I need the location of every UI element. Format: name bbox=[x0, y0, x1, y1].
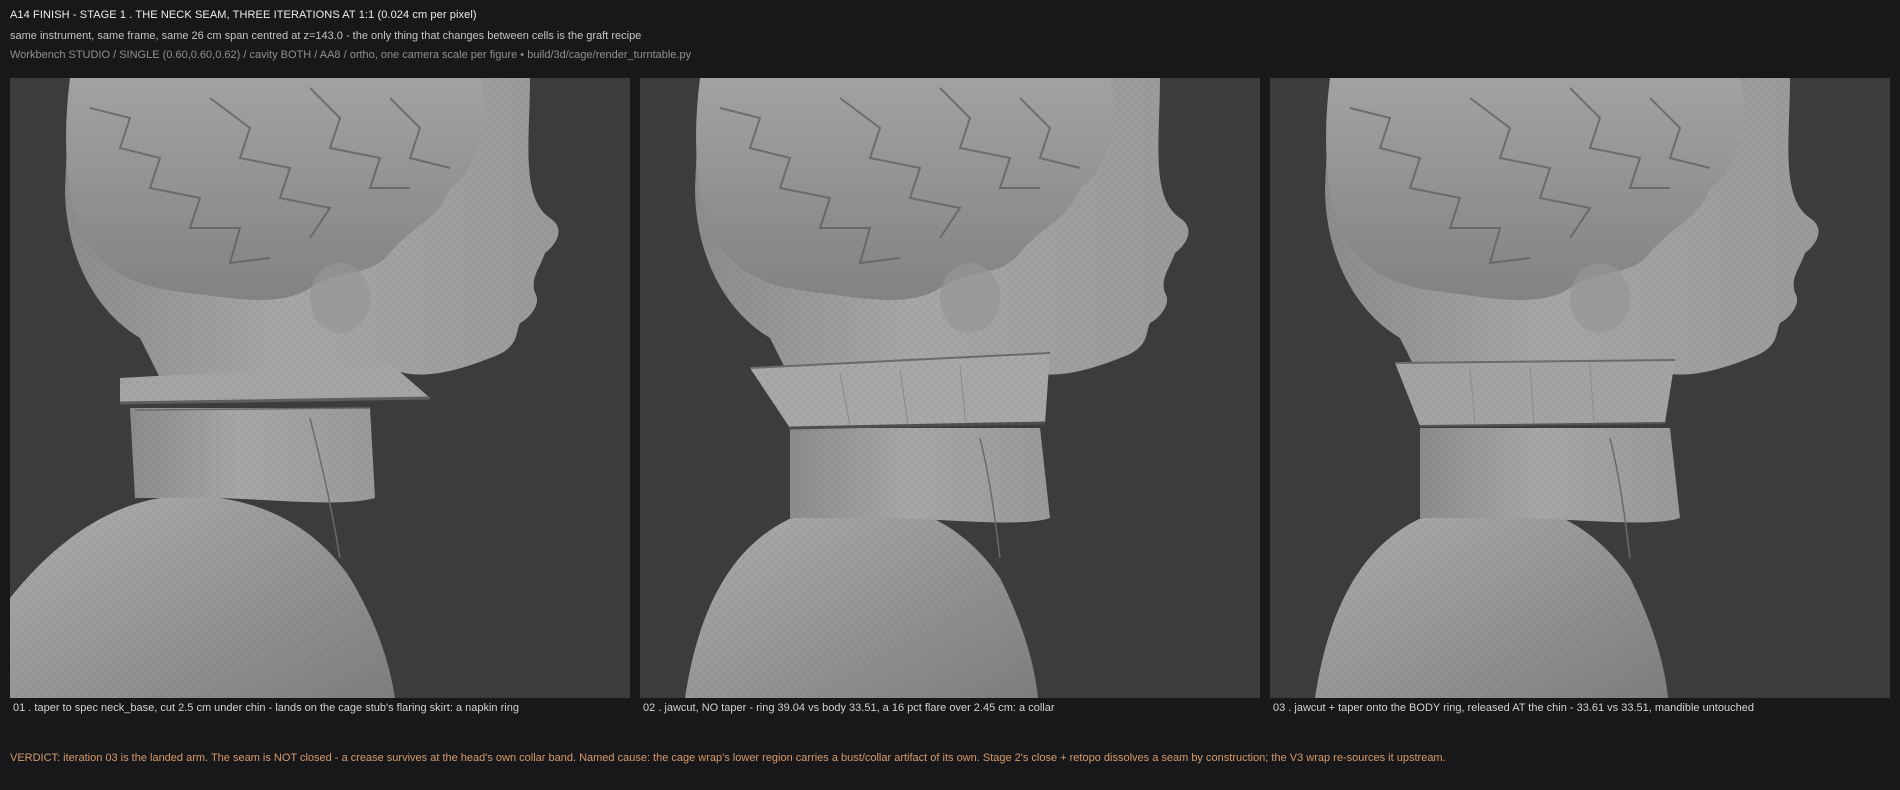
panel-caption-03: 03 . jawcut + taper onto the BODY ring, … bbox=[1273, 702, 1754, 714]
render-panel-03 bbox=[1270, 78, 1890, 698]
sculpt-render-02 bbox=[640, 78, 1260, 698]
render-panel-01 bbox=[10, 78, 630, 698]
page-subtitle: same instrument, same frame, same 26 cm … bbox=[10, 30, 642, 42]
render-settings-line: Workbench STUDIO / SINGLE (0.60,0.60,0.6… bbox=[10, 49, 692, 61]
sculpt-render-01 bbox=[10, 78, 630, 698]
render-sheet: A14 FINISH - STAGE 1 . THE NECK SEAM, TH… bbox=[0, 0, 1900, 790]
panel-caption-01: 01 . taper to spec neck_base, cut 2.5 cm… bbox=[13, 702, 519, 714]
render-panel-02 bbox=[640, 78, 1260, 698]
panel-caption-02: 02 . jawcut, NO taper - ring 39.04 vs bo… bbox=[643, 702, 1055, 714]
page-title: A14 FINISH - STAGE 1 . THE NECK SEAM, TH… bbox=[10, 9, 477, 21]
verdict-note: VERDICT: iteration 03 is the landed arm.… bbox=[10, 752, 1446, 764]
sculpt-render-03 bbox=[1270, 78, 1890, 698]
